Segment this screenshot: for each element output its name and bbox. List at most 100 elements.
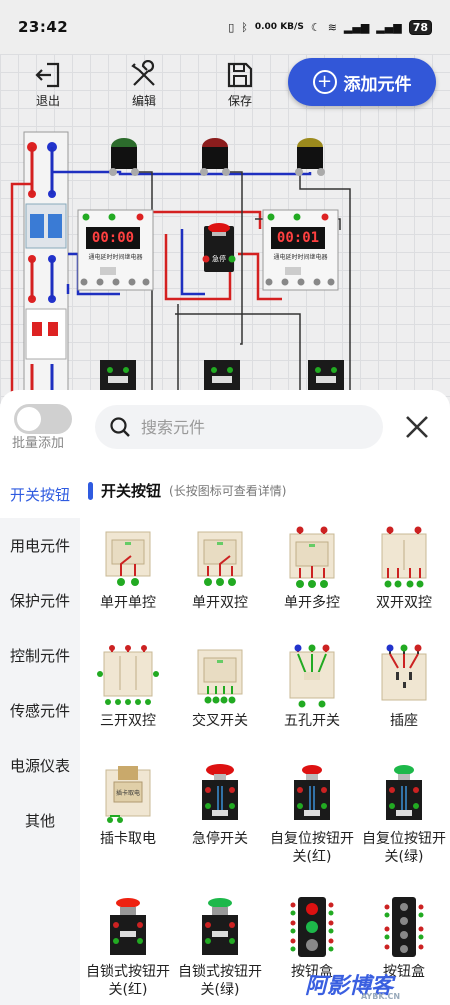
clock: 23:42 (18, 18, 69, 36)
section-accent-bar (88, 481, 93, 500)
button-box-icon (290, 897, 334, 957)
status-icons: ▯ ᛒ 0.00 KB/S ☾ ≋ ▂▄▆ ▂▄▆ 78 (228, 19, 432, 35)
card-power-icon: 插卡取电 (105, 766, 151, 823)
category-protection[interactable]: 保护元件 (0, 573, 80, 628)
save-label: 保存 (227, 94, 252, 108)
category-list: 用电元件 保护元件 控制元件 传感元件 电源仪表 其他 (0, 518, 80, 848)
category-power-meter[interactable]: 电源仪表 (0, 738, 80, 793)
component-item[interactable]: 单开单控 (82, 518, 174, 628)
component-item[interactable]: 插卡取电 插卡取电 (82, 754, 174, 864)
signal-icon: ▂▄▆ (376, 20, 402, 34)
component-name: 交叉开关 (192, 713, 248, 729)
category-switch-buttons[interactable]: 开关按钮 (0, 470, 80, 518)
edit-button[interactable]: 编辑 (114, 60, 174, 109)
watermark-logo: 阿影博客 AYBK.CN (305, 968, 400, 1001)
red-latch-button-icon (110, 898, 146, 955)
network-speed: 0.00 KB/S (254, 22, 304, 32)
vibrate-icon: ▯ (228, 20, 235, 34)
single-two-way-switch-icon (197, 531, 243, 586)
batch-add-toggle[interactable] (14, 404, 72, 434)
emergency-stop-icon (202, 764, 238, 820)
status-bar: 23:42 ▯ ᛒ 0.00 KB/S ☾ ≋ ▂▄▆ ▂▄▆ 78 (0, 0, 450, 54)
single-switch-icon (105, 531, 151, 586)
socket-icon (381, 644, 427, 701)
component-item[interactable]: 双开双控 (358, 518, 450, 628)
batch-add-label: 批量添加 (12, 436, 65, 451)
component-picker-sheet: 批量添加 开关按钮 用电元件 保护元件 控制元件 传感元件 电源仪表 其他 开关… (0, 390, 450, 1005)
save-icon (227, 62, 253, 88)
component-item[interactable]: 自复位按钮开关(绿) (358, 754, 450, 879)
search-icon (110, 417, 130, 437)
component-item[interactable]: 五孔开关 (266, 636, 358, 746)
green-reset-button-icon (386, 765, 422, 820)
exit-button[interactable]: 退出 (18, 60, 78, 109)
double-switch-icon (381, 526, 427, 588)
category-electrical[interactable]: 用电元件 (0, 518, 80, 573)
watermark-subtext: AYBK.CN (361, 992, 401, 1001)
component-item[interactable]: 插座 (358, 636, 450, 746)
svg-text:插卡取电: 插卡取电 (116, 789, 140, 797)
red-reset-button-icon (294, 765, 330, 820)
component-name: 自复位按钮开关(红) (270, 831, 354, 865)
component-item[interactable]: 急停开关 (174, 754, 266, 864)
component-name: 自锁式按钮开关(绿) (178, 964, 262, 998)
circuit-canvas[interactable]: 00:00 通电延时时间继电器 00:01 通电延时时间继电器 急停 退出 编辑 (0, 54, 450, 404)
component-name: 急停开关 (192, 831, 248, 847)
green-lamp (109, 138, 139, 176)
category-sensor[interactable]: 传感元件 (0, 683, 80, 738)
component-name: 插座 (390, 713, 418, 729)
exit-icon (35, 62, 60, 88)
triple-switch-icon (97, 645, 159, 705)
component-grid: 单开单控 单开双控 单开多控 双开双控 三开双控 交叉开关 五孔开关 插座 插卡… (82, 518, 450, 1005)
component-name: 三开双控 (100, 713, 156, 729)
component-item[interactable]: 自锁式按钮开关(红) (82, 887, 174, 1005)
timer-display: 00:00 (91, 230, 135, 246)
section-hint: (长按图标可查看详情) (169, 484, 287, 498)
component-item[interactable]: 自锁式按钮开关(绿) (174, 887, 266, 1005)
button-box-icon (384, 897, 424, 957)
section-heading: 开关按钮 (长按图标可查看详情) (88, 480, 286, 501)
component-name: 单开双控 (192, 595, 248, 611)
tools-icon (131, 60, 155, 86)
component-name: 单开多控 (284, 595, 340, 611)
component-item[interactable]: 三开双控 (82, 636, 174, 746)
yellow-lamp (295, 138, 325, 176)
wifi-icon: ≋ (327, 20, 337, 34)
component-item[interactable]: 单开多控 (266, 518, 358, 628)
toggle-knob (17, 407, 41, 431)
estop-caption: 急停 (212, 255, 226, 263)
component-item[interactable]: 交叉开关 (174, 636, 266, 746)
five-hole-switch-icon (289, 644, 335, 708)
moon-icon: ☾ (310, 20, 321, 34)
plus-circle-icon: + (312, 70, 337, 94)
category-other[interactable]: 其他 (0, 793, 80, 848)
timer-display: 00:01 (276, 230, 320, 246)
search-box[interactable] (95, 405, 383, 449)
section-title: 开关按钮 (101, 482, 162, 500)
category-control[interactable]: 控制元件 (0, 628, 80, 683)
component-item[interactable]: 自复位按钮开关(红) (266, 754, 358, 879)
save-button[interactable]: 保存 (210, 60, 270, 109)
cross-switch-icon (197, 649, 243, 704)
timer-caption: 通电延时时间继电器 (88, 254, 143, 261)
close-icon[interactable] (400, 410, 434, 444)
sheet-header: 批量添加 (0, 390, 450, 465)
search-input[interactable] (141, 417, 361, 437)
battery-icon: 78 (408, 19, 432, 35)
add-component-label: 添加元件 (343, 74, 412, 95)
component-name: 插卡取电 (100, 831, 156, 847)
single-multi-switch-icon (289, 526, 335, 588)
signal-icon: ▂▄▆ (343, 20, 370, 34)
component-name: 自锁式按钮开关(红) (86, 964, 170, 998)
timer-caption: 通电延时时间继电器 (273, 254, 328, 261)
toolbar: 退出 编辑 保存 + 添加元件 (0, 54, 450, 116)
component-name: 自复位按钮开关(绿) (362, 831, 446, 865)
red-lamp (200, 138, 230, 176)
component-name: 双开双控 (376, 595, 432, 611)
component-item[interactable]: 单开双控 (174, 518, 266, 628)
green-latch-button-icon (202, 898, 238, 955)
component-name: 五孔开关 (284, 713, 340, 729)
component-name: 单开单控 (100, 595, 156, 611)
add-component-button[interactable]: + 添加元件 (288, 58, 436, 106)
bluetooth-icon: ᛒ (241, 20, 248, 34)
